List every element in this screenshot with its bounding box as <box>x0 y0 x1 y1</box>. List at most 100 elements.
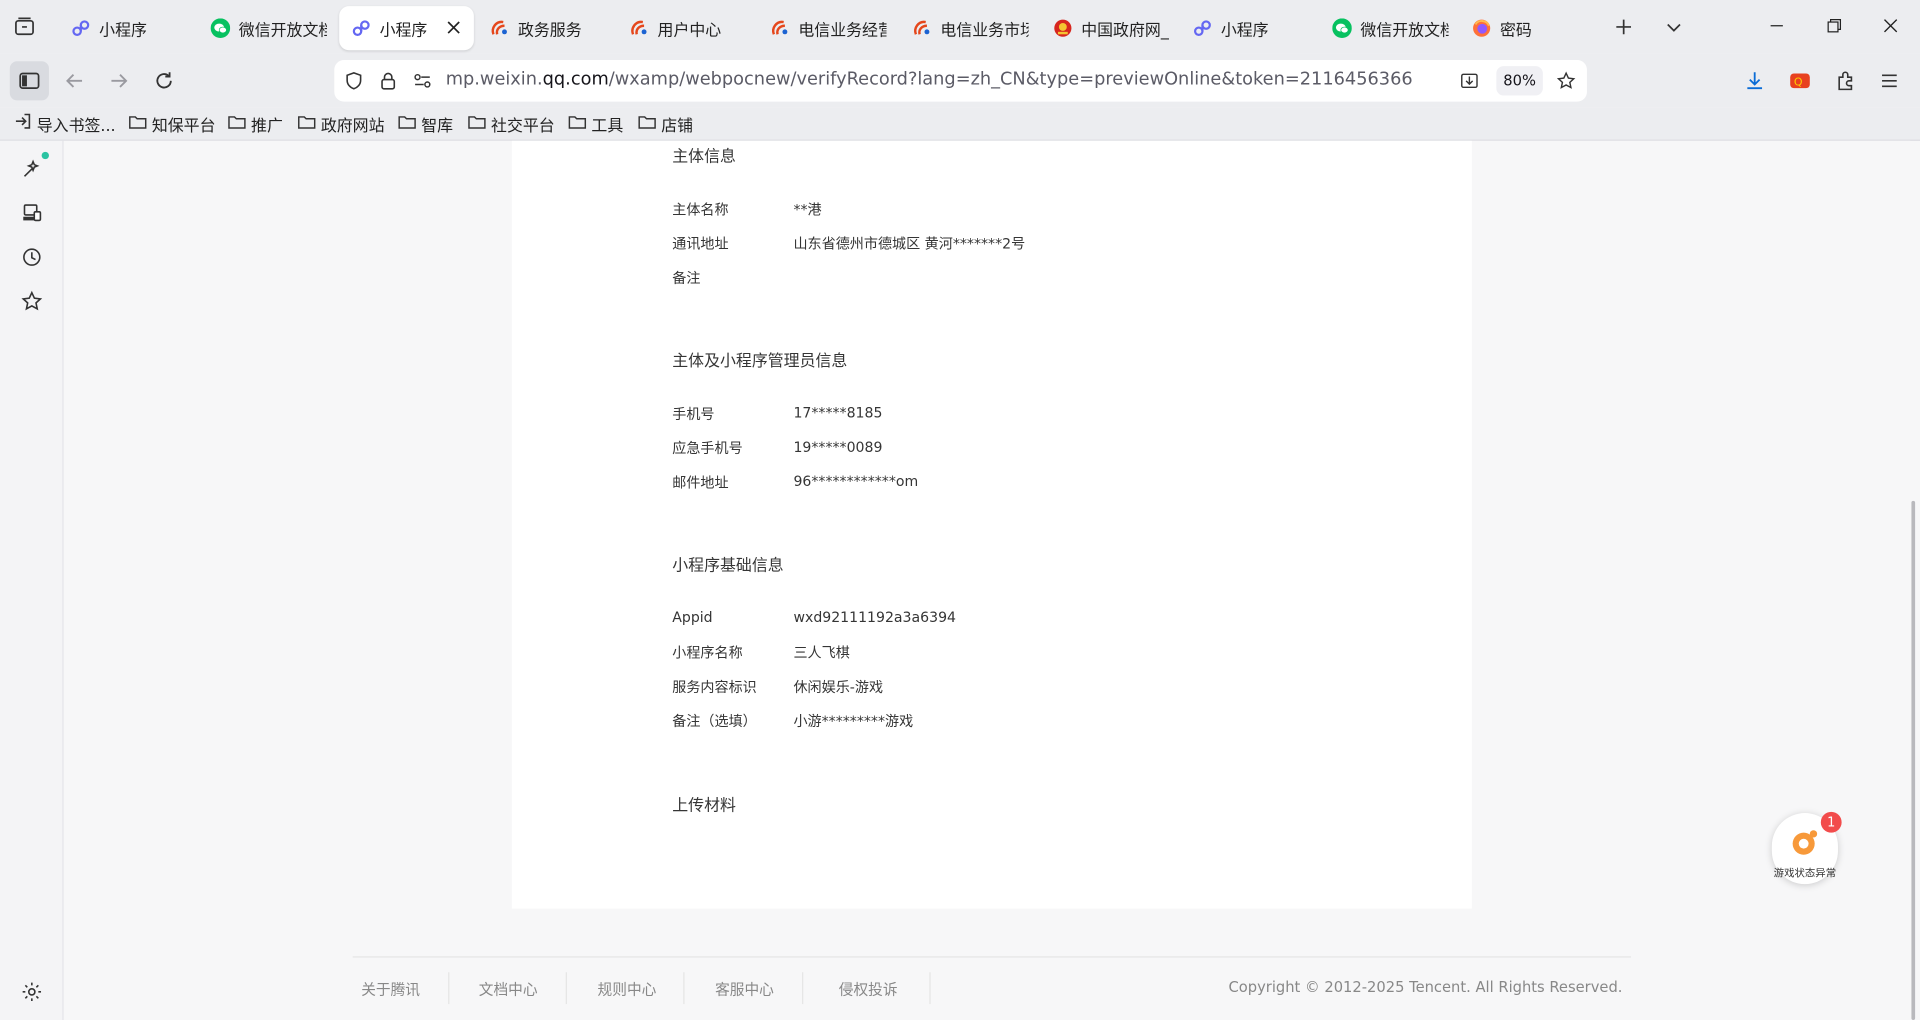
row-value: 小游*********游戏 <box>793 712 914 730</box>
tab-label: 电信业务经营 <box>798 21 887 40</box>
bookmark-folder[interactable]: 推广 <box>228 111 283 135</box>
lock-icon[interactable] <box>378 71 398 91</box>
tab-0[interactable]: 小程序 <box>59 6 194 50</box>
extension-badge-icon[interactable]: Q <box>1788 69 1812 93</box>
reload-icon[interactable] <box>144 61 183 100</box>
scrollbar-thumb[interactable] <box>1911 500 1916 1020</box>
tab-label: 微信开放文档 <box>1360 21 1449 40</box>
close-window-icon[interactable] <box>1875 12 1907 39</box>
footer-link-rules[interactable]: 规则中心 <box>598 978 657 999</box>
bookmark-label: 店铺 <box>661 116 694 136</box>
bookmark-folder[interactable]: 知保平台 <box>129 111 216 135</box>
footer-link-complaint[interactable]: 侵权投诉 <box>839 978 898 999</box>
row-value: **港 <box>793 200 822 218</box>
shield-icon[interactable] <box>344 71 364 91</box>
tab-1[interactable]: 微信开放文档 <box>198 6 333 50</box>
footer-link-about[interactable]: 关于腾讯 <box>361 978 420 999</box>
tab-4[interactable]: 用户中心 <box>617 6 752 50</box>
browser-sidebar <box>0 140 64 1020</box>
folder-icon <box>398 113 416 134</box>
minimize-icon[interactable] <box>1761 12 1793 39</box>
close-tab-icon[interactable] <box>444 18 461 35</box>
address-bar[interactable]: mp.weixin.qq.com/wxamp/webpocnew/verifyR… <box>334 60 1587 102</box>
row-label: 主体名称 <box>672 200 729 218</box>
footer-divider <box>352 956 1632 958</box>
zoom-level-badge[interactable]: 80% <box>1496 66 1543 96</box>
tab-manager-icon[interactable] <box>12 15 36 39</box>
tab-label: 微信开放文档 <box>238 21 327 40</box>
footer-separator <box>802 972 804 1005</box>
sidebar-toggle-icon[interactable] <box>9 61 49 101</box>
bookmark-folder[interactable]: 工具 <box>568 111 623 135</box>
navigation-toolbar: mp.weixin.qq.com/wxamp/webpocnew/verifyR… <box>0 53 1920 108</box>
bookmark-label: 政府网站 <box>320 116 385 136</box>
row-label: Appid <box>672 608 713 626</box>
bookmarks-star-icon[interactable] <box>20 289 44 313</box>
section-title-basic-info: 小程序基础信息 <box>672 557 784 576</box>
section-title-upload-materials: 上传材料 <box>672 797 736 816</box>
row-value: wxd92111192a3a6394 <box>793 608 957 626</box>
folder-icon <box>129 113 147 134</box>
folder-icon <box>568 113 587 134</box>
new-tab-icon[interactable] <box>1611 15 1635 39</box>
save-to-pocket-icon[interactable] <box>1460 71 1480 91</box>
bookmark-folder[interactable]: 社交平台 <box>468 111 555 135</box>
tab-label: 电信业务市场 <box>940 21 1029 40</box>
footer-separator <box>683 972 685 1005</box>
tab-3[interactable]: 政务服务 <box>478 6 613 50</box>
bookmark-label: 知保平台 <box>151 116 216 136</box>
downloads-icon[interactable] <box>1742 69 1766 93</box>
bookmark-label: 推广 <box>251 116 283 136</box>
bookmark-label: 导入书签... <box>36 116 116 136</box>
forward-arrow-icon[interactable] <box>99 61 138 100</box>
restore-icon[interactable] <box>1818 12 1850 39</box>
settings-gear-icon[interactable] <box>20 980 44 1004</box>
bookmark-label: 智库 <box>421 116 454 136</box>
tab-2-active[interactable]: 小程序 <box>339 6 474 51</box>
folder-icon <box>468 113 486 134</box>
tab-label: 小程序 <box>1220 21 1269 40</box>
synced-tabs-icon[interactable] <box>20 201 44 225</box>
menu-hamburger-icon[interactable] <box>1877 69 1901 93</box>
bookmark-folder[interactable]: 智库 <box>398 111 453 135</box>
tab-7[interactable]: 中国政府网_ <box>1041 6 1176 50</box>
footer-link-support[interactable]: 客服中心 <box>715 978 774 999</box>
tab-label: 密码 <box>1500 21 1532 40</box>
notification-badge: 1 <box>1820 811 1842 833</box>
bookmark-import[interactable]: 导入书签... <box>15 111 116 135</box>
bookmark-folder[interactable]: 政府网站 <box>298 111 385 135</box>
extensions-puzzle-icon[interactable] <box>1833 69 1857 93</box>
history-clock-icon[interactable] <box>20 245 44 269</box>
telecom-icon <box>629 18 649 38</box>
row-label: 服务内容标识 <box>672 678 757 696</box>
row-value: 96************om <box>793 472 919 490</box>
tab-strip: 小程序 微信开放文档 小程序 政务服务 用户中心 电信业务经营 电信业务市场 中… <box>0 0 1920 54</box>
footer-separator <box>929 972 931 1005</box>
tab-6[interactable]: 电信业务市场 <box>900 6 1035 50</box>
footer-link-docs[interactable]: 文档中心 <box>479 978 538 999</box>
tab-label: 小程序 <box>99 21 147 40</box>
tab-10[interactable]: 密码 <box>1460 6 1595 50</box>
record-card <box>511 140 1472 909</box>
bookmark-folder[interactable]: 店铺 <box>638 111 693 135</box>
chevron-down-icon[interactable] <box>1662 15 1686 39</box>
ai-sparkle-icon[interactable] <box>20 157 44 181</box>
folder-icon <box>298 113 316 134</box>
tab-9[interactable]: 微信开放文档 <box>1320 6 1455 50</box>
back-arrow-icon[interactable] <box>55 61 94 100</box>
bookmark-star-icon[interactable] <box>1556 71 1576 91</box>
game-status-icon <box>1790 828 1819 857</box>
site-permissions-icon[interactable] <box>413 71 433 91</box>
footer-separator <box>565 972 567 1005</box>
miniprogram-icon <box>1193 18 1213 38</box>
telecom-icon <box>770 18 790 38</box>
tab-5[interactable]: 电信业务经营 <box>758 6 893 50</box>
tab-8[interactable]: 小程序 <box>1180 6 1315 50</box>
row-label: 备注 <box>672 269 701 287</box>
row-label: 小程序名称 <box>672 644 743 662</box>
svg-text:Q: Q <box>1794 76 1803 89</box>
url-text[interactable]: mp.weixin.qq.com/wxamp/webpocnew/verifyR… <box>446 70 1413 90</box>
tab-label: 政务服务 <box>517 21 582 40</box>
row-value: 19*****0089 <box>793 438 883 456</box>
url-prefix: mp.weixin. <box>445 69 543 90</box>
